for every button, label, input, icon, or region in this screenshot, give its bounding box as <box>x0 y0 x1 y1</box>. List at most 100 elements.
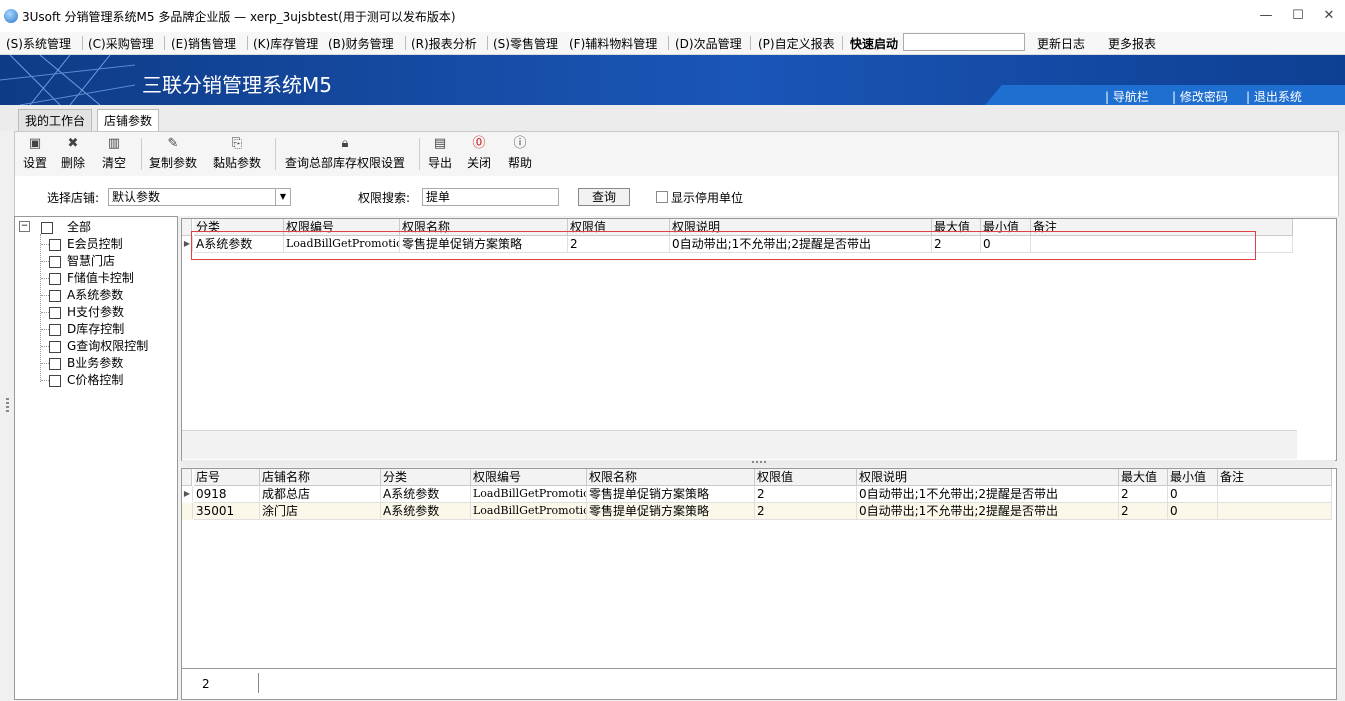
tree-checkbox[interactable] <box>49 375 61 387</box>
chevron-down-icon[interactable]: ▼ <box>275 189 290 205</box>
clear-button[interactable]: ▥ 清空 <box>102 136 126 171</box>
tab-my-workbench[interactable]: 我的工作台 <box>18 109 93 132</box>
tree-checkbox[interactable] <box>49 273 61 285</box>
tree-node-label: F储值卡控制 <box>67 271 134 285</box>
menu-separator <box>668 36 669 50</box>
menu-separator <box>750 36 751 50</box>
hq-stock-permission-button[interactable]: 🔒︎ 查询总部库存权限设置 <box>285 136 405 171</box>
export-button[interactable]: ▤ 导出 <box>428 136 452 171</box>
column-header[interactable]: 最大值 <box>1119 469 1168 486</box>
menu-inventory[interactable]: (K)库存管理 <box>253 35 318 52</box>
column-header[interactable]: 权限编号 <box>471 469 587 486</box>
tree-node[interactable]: G查询权限控制 <box>15 338 165 355</box>
table-cell: 2 <box>1119 503 1168 520</box>
tree-checkbox[interactable] <box>41 222 53 234</box>
help-button[interactable]: ⓘ 帮助 <box>508 136 532 171</box>
column-header[interactable]: 权限编号 <box>284 219 400 236</box>
column-header[interactable]: 店铺名称 <box>260 469 381 486</box>
column-header[interactable]: 备注 <box>1218 469 1332 486</box>
column-header[interactable]: 权限说明 <box>670 219 932 236</box>
logout-link[interactable]: | 退出系统 <box>1246 88 1302 105</box>
delete-button[interactable]: ✖ 删除 <box>61 136 85 171</box>
tree-checkbox[interactable] <box>49 256 61 268</box>
column-header[interactable]: 分类 <box>194 219 284 236</box>
store-select[interactable]: 默认参数 ▼ <box>108 188 291 206</box>
export-icon: ▤ <box>433 136 447 151</box>
column-header[interactable]: 备注 <box>1031 219 1293 236</box>
tree-node[interactable]: D库存控制 <box>15 321 165 338</box>
change-password-link[interactable]: | 修改密码 <box>1172 88 1228 105</box>
tree-node[interactable]: B业务参数 <box>15 355 165 372</box>
tree-branch-line <box>41 380 49 381</box>
tree-branch-line <box>41 295 49 296</box>
menu-system[interactable]: (S)系统管理 <box>6 35 71 52</box>
copy-params-button[interactable]: ✎ 复制参数 <box>149 136 197 171</box>
menu-separator <box>164 36 165 50</box>
tree-node[interactable]: A系统参数 <box>15 287 165 304</box>
permission-search-input[interactable]: 提单 <box>422 188 559 206</box>
table-cell: 零售提单促销方案策略 <box>400 236 568 253</box>
tree-checkbox[interactable] <box>49 341 61 353</box>
menu-materials[interactable]: (F)辅料物料管理 <box>569 35 657 52</box>
menu-retail[interactable]: (S)零售管理 <box>493 35 558 52</box>
menu-sales[interactable]: (E)销售管理 <box>171 35 236 52</box>
tree-checkbox[interactable] <box>49 358 61 370</box>
clear-icon: ▥ <box>107 136 121 151</box>
tree-node[interactable]: F储值卡控制 <box>15 270 165 287</box>
tree-checkbox[interactable] <box>49 239 61 251</box>
close-window-button[interactable]: ✕ <box>1315 6 1343 26</box>
table-cell: 零售提单促销方案策略 <box>587 486 755 503</box>
banner: 三联分销管理系统M5 | 导航栏 | 修改密码 | 退出系统 <box>0 55 1345 105</box>
column-header[interactable]: 分类 <box>381 469 471 486</box>
column-header[interactable]: 最大值 <box>932 219 981 236</box>
collapse-icon[interactable]: − <box>19 221 30 232</box>
query-button[interactable]: 查询 <box>578 188 630 206</box>
row-indicator-icon: ▶ <box>182 236 193 252</box>
minimize-button[interactable]: — <box>1252 6 1280 26</box>
column-header[interactable]: 权限名称 <box>400 219 568 236</box>
tab-store-params[interactable]: 店铺参数 <box>97 109 160 132</box>
window-title: 3Usoft 分销管理系统M5 多品牌企业版 — xerp_3ujsbtest(… <box>22 10 456 24</box>
more-reports-link[interactable]: 更多报表 <box>1108 35 1156 52</box>
menu-finance[interactable]: (B)财务管理 <box>328 35 394 52</box>
show-disabled-checkbox[interactable] <box>656 191 668 203</box>
column-header[interactable]: 最小值 <box>1168 469 1218 486</box>
help-icon: ⓘ <box>513 136 527 151</box>
store-select-value: 默认参数 <box>112 190 161 204</box>
toolbar-separator <box>419 138 420 170</box>
tree-checkbox[interactable] <box>49 324 61 336</box>
set-button[interactable]: ▣ 设置 <box>23 136 47 171</box>
column-header[interactable]: 权限说明 <box>857 469 1119 486</box>
tree-node[interactable]: H支付参数 <box>15 304 165 321</box>
tree-checkbox[interactable] <box>49 290 61 302</box>
app-banner-title: 三联分销管理系统M5 <box>142 73 332 97</box>
nav-bar-link[interactable]: | 导航栏 <box>1105 88 1149 105</box>
column-header[interactable]: 权限值 <box>755 469 857 486</box>
app-icon <box>4 9 18 23</box>
close-button[interactable]: ⓪ 关闭 <box>467 136 491 171</box>
column-header[interactable]: 店号 <box>194 469 260 486</box>
splitter[interactable] <box>182 460 1335 467</box>
tree-node[interactable]: E会员控制 <box>15 236 165 253</box>
table-cell: 2 <box>568 236 670 253</box>
maximize-button[interactable]: ☐ <box>1284 6 1312 26</box>
tree-checkbox[interactable] <box>49 307 61 319</box>
column-header[interactable]: 权限名称 <box>587 469 755 486</box>
column-header[interactable]: 权限值 <box>568 219 670 236</box>
tree-branch-line <box>41 261 49 262</box>
menu-reports[interactable]: (R)报表分析 <box>411 35 477 52</box>
table-cell: 0 <box>981 236 1031 253</box>
toolbar-separator <box>141 138 142 170</box>
menu-purchase[interactable]: (C)采购管理 <box>88 35 154 52</box>
tree-node[interactable]: 智慧门店 <box>15 253 165 270</box>
tab-strip: 我的工作台 店铺参数 <box>0 105 1345 132</box>
tree-node-all[interactable]: − 全部 <box>15 219 165 236</box>
update-log-link[interactable]: 更新日志 <box>1037 35 1085 52</box>
menu-defective[interactable]: (D)次品管理 <box>675 35 742 52</box>
paste-params-button[interactable]: ⎘ 黏贴参数 <box>213 136 261 171</box>
tree-node[interactable]: C价格控制 <box>15 372 165 389</box>
column-header[interactable]: 最小值 <box>981 219 1031 236</box>
menu-custom-reports[interactable]: (P)自定义报表 <box>758 35 835 52</box>
side-splitter-grip-icon[interactable] <box>6 398 9 412</box>
quick-launch-input[interactable] <box>903 33 1025 51</box>
